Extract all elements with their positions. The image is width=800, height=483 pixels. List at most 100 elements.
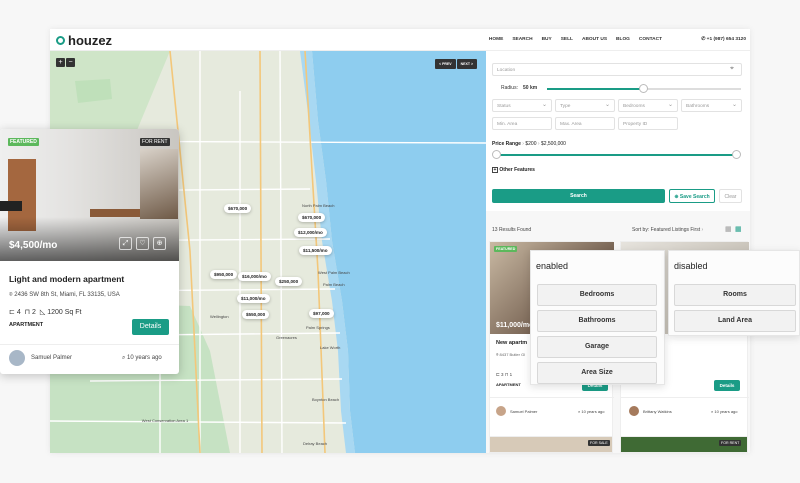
sort-control[interactable]: Sort by: Featured Listings First ›	[632, 227, 703, 233]
map-pin[interactable]: $670,000	[298, 213, 326, 222]
map-pin[interactable]: $670,000	[224, 204, 252, 213]
max-area-input[interactable]: Max. Area	[555, 117, 615, 130]
field-garage[interactable]: Garage	[537, 336, 657, 358]
field-land-area[interactable]: Land Area	[674, 310, 796, 332]
property-address-text: 2436 SW 8th St, Miami, FL 33135, USA	[14, 292, 120, 298]
expand-icon[interactable]: ⤢	[119, 237, 132, 250]
nav-about[interactable]: ABOUT US	[582, 37, 607, 42]
bath-icon: ⊓	[504, 372, 509, 377]
nav-home[interactable]: HOME	[489, 37, 503, 42]
agent-name[interactable]: Brittany Watkins	[643, 409, 672, 414]
logo[interactable]: houzez	[56, 33, 112, 48]
locate-icon[interactable]: ⌖	[730, 65, 734, 73]
featured-property-card[interactable]: FEATURED FOR RENT $4,500/mo ⤢ ♡ ⊕ Light …	[0, 129, 179, 374]
radius-slider-handle[interactable]	[639, 84, 648, 93]
map-pin[interactable]: $950,000	[210, 270, 238, 279]
map-prev-button[interactable]: < PREV	[435, 59, 456, 69]
nav-sell[interactable]: SELL	[561, 37, 573, 42]
compare-icon[interactable]: ⊕	[153, 237, 166, 250]
list-view-icon[interactable]: ▦	[735, 225, 742, 233]
logo-text: houzez	[68, 33, 113, 48]
min-area-input[interactable]: Min. Area	[492, 117, 552, 130]
avatar[interactable]	[629, 406, 639, 416]
property-beds: 4	[16, 309, 21, 316]
nav-blog[interactable]: BLOG	[616, 37, 630, 42]
property-image[interactable]: FEATURED FOR RENT $4,500/mo ⤢ ♡ ⊕	[0, 129, 179, 261]
heart-icon[interactable]: ♡	[136, 237, 149, 250]
field-rooms[interactable]: Rooms	[674, 284, 796, 306]
bathrooms-select[interactable]: Bathrooms	[681, 99, 742, 112]
phone-number[interactable]: ✆ +1 (987) 654 3120	[701, 37, 746, 42]
map-pin[interactable]: $11,500/mo	[299, 246, 332, 255]
field-bedrooms[interactable]: Bedrooms	[537, 284, 657, 306]
radius-value: 50 km	[523, 85, 538, 91]
logo-icon	[56, 36, 65, 45]
result-specs: ⊏ 3 ⊓ 1	[496, 372, 512, 378]
map-pin[interactable]: $250,000	[275, 277, 303, 286]
ocean-water	[312, 51, 486, 453]
sort-value: Featured Listings First	[650, 227, 701, 233]
map-next-button[interactable]: NEXT >	[456, 59, 477, 69]
header: houzez HOME SEARCH BUY SELL ABOUT US BLO…	[50, 29, 750, 51]
radius-slider-track	[643, 88, 741, 90]
price-slider-max-handle[interactable]	[732, 150, 741, 159]
search-button[interactable]: Search	[492, 189, 665, 203]
result-title[interactable]: New apartm	[496, 340, 527, 346]
result-card[interactable]: FOR SALE	[489, 436, 613, 453]
result-date: ⌕ 10 years ago	[578, 409, 605, 414]
map-pin[interactable]: $97,000	[309, 309, 334, 318]
clear-button[interactable]: Clear	[719, 189, 742, 203]
location-input[interactable]: Location	[492, 63, 742, 76]
area-icon: ◺	[39, 309, 46, 316]
agent-name[interactable]: Samuel Palmer	[31, 355, 72, 361]
status-select[interactable]: Status	[492, 99, 552, 112]
map-pin[interactable]: $12,000/mo	[294, 228, 327, 237]
nav-buy[interactable]: BUY	[542, 37, 552, 42]
avatar[interactable]	[9, 350, 25, 366]
details-button[interactable]: Details	[132, 319, 169, 335]
result-details-button[interactable]: Details	[714, 380, 740, 391]
result-price: $11,000/mo	[496, 322, 534, 329]
property-title[interactable]: Light and modern apartment	[9, 274, 124, 284]
property-id-input[interactable]: Property ID	[618, 117, 678, 130]
grid-view-icon[interactable]: ▦	[725, 225, 732, 233]
agent-name[interactable]: Samuel Palmer	[510, 409, 537, 414]
map-zoom-controls: + −	[56, 58, 75, 67]
sort-label: Sort by:	[632, 227, 650, 233]
field-area-size[interactable]: Area Size	[537, 362, 657, 384]
divider	[490, 397, 614, 398]
map-pin[interactable]: $16,000/mo	[238, 272, 271, 281]
nav-contact[interactable]: CONTACT	[639, 37, 662, 42]
map-pagination: < PREV NEXT >	[435, 59, 477, 69]
nav-search[interactable]: SEARCH	[512, 37, 532, 42]
other-features-toggle[interactable]: + Other Features	[492, 167, 535, 173]
price-slider-min-handle[interactable]	[492, 150, 501, 159]
result-address-text: 8437 Butler Gl	[499, 352, 526, 357]
zoom-out-button[interactable]: −	[66, 58, 75, 67]
property-price: $4,500/mo	[9, 240, 58, 251]
bedrooms-select[interactable]: Bedrooms	[618, 99, 678, 112]
price-min: $200	[525, 141, 537, 147]
map-label: West Palm Beach	[318, 270, 350, 275]
avatar[interactable]	[496, 406, 506, 416]
enabled-title: enabled	[536, 261, 569, 271]
bookmark-icon: ⊕	[674, 194, 679, 200]
map-pin[interactable]: $550,000	[242, 310, 270, 319]
map-label: Wellington	[210, 314, 229, 319]
property-baths: 2	[32, 309, 36, 316]
radius-slider-fill	[547, 88, 643, 90]
results-count: 13 Results Found	[492, 227, 532, 233]
type-select[interactable]: Type	[555, 99, 615, 112]
result-card[interactable]: FOR RENT	[620, 436, 748, 453]
field-bathrooms[interactable]: Bathrooms	[537, 310, 657, 332]
price-max: $2,500,000	[540, 141, 566, 147]
price-slider-fill	[497, 154, 737, 156]
status-badge: FOR RENT	[719, 440, 742, 446]
map-label: Lake Worth	[320, 345, 341, 350]
zoom-in-button[interactable]: +	[56, 58, 65, 67]
main-nav: HOME SEARCH BUY SELL ABOUT US BLOG CONTA…	[489, 37, 662, 42]
map-pin[interactable]: $11,000/mo	[237, 294, 270, 303]
result-date-text: 10 years ago	[581, 409, 605, 414]
decor-staircase	[140, 149, 178, 219]
save-search-button[interactable]: ⊕ Save Search	[669, 189, 715, 203]
